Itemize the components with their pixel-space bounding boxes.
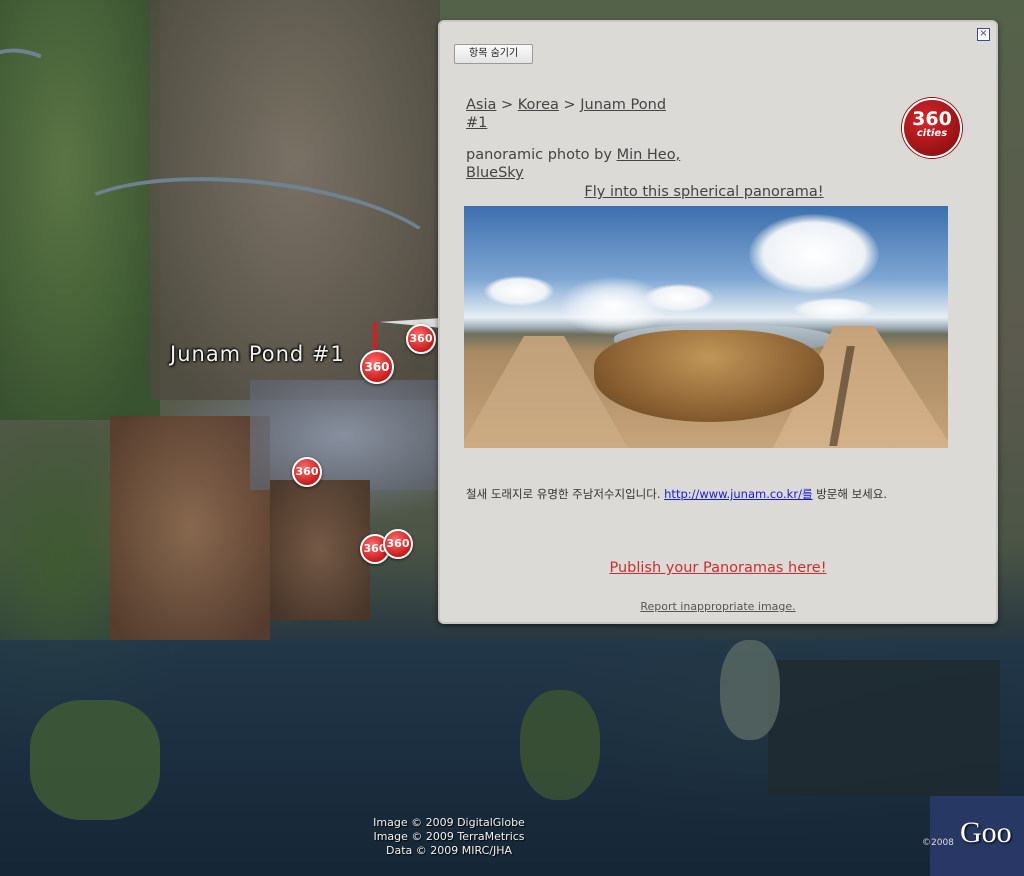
panorama-description: 철새 도래지로 유명한 주남저수지입니다. http://www.junam.c…	[466, 486, 986, 502]
terrain-tile	[110, 416, 270, 640]
panorama-marker-selected[interactable]: 360	[360, 350, 394, 384]
panorama-thumbnail[interactable]	[464, 206, 948, 448]
pano-cloud	[484, 276, 554, 306]
fly-into-panorama-link[interactable]: Fly into this spherical panorama!	[440, 184, 968, 200]
pano-reeds	[594, 330, 824, 422]
report-image-link[interactable]: Report inappropriate image.	[440, 600, 996, 613]
close-icon[interactable]: ×	[977, 28, 990, 41]
panorama-marker[interactable]: 360	[406, 324, 436, 354]
byline-prefix: panoramic photo by	[466, 147, 612, 163]
copyright-line: Image © 2009 DigitalGlobe	[373, 816, 525, 829]
photo-byline: panoramic photo by Min Heo, BlueSky	[466, 146, 706, 182]
copyright-line: Image © 2009 TerraMetrics	[373, 830, 525, 843]
breadcrumb-korea-link[interactable]: Korea	[518, 97, 559, 113]
island-tile	[520, 690, 600, 800]
terrain-tile	[250, 380, 440, 490]
description-text-end: 방문해 보세요.	[816, 487, 887, 501]
panorama-marker[interactable]: 360	[292, 457, 322, 487]
island-tile	[720, 640, 780, 740]
publish-panoramas-link[interactable]: Publish your Panoramas here!	[440, 560, 996, 576]
breadcrumb-separator: >	[501, 97, 514, 113]
google-copyright-year: ©2008	[922, 838, 954, 848]
pano-cloud	[749, 214, 879, 294]
island-tile	[30, 700, 160, 820]
place-label[interactable]: Junam Pond #1	[170, 342, 345, 366]
balloon-content: Asia > Korea > Junam Pond #1 panoramic ph…	[466, 96, 966, 182]
pano-cloud	[644, 284, 714, 312]
selected-pin-stem	[373, 322, 377, 350]
panorama-marker[interactable]: 360	[383, 529, 413, 559]
description-text: 철새 도래지로 유명한 주남저수지입니다.	[466, 487, 661, 501]
water-tile	[768, 660, 1000, 796]
logo-number: 360	[912, 108, 952, 130]
junam-website-link[interactable]: http://www.junam.co.kr/를	[664, 487, 812, 501]
breadcrumb-junam-text: Junam Pond	[580, 97, 667, 113]
pano-cloud	[794, 298, 874, 320]
hide-item-button[interactable]: 항목 숨기기	[454, 44, 534, 64]
copyright-line: Data © 2009 MIRC/JHA	[385, 844, 512, 857]
author-group: BlueSky	[466, 165, 524, 181]
info-balloon: × 항목 숨기기 Asia > Korea > Junam Pond #1 pan…	[438, 20, 998, 624]
breadcrumb-separator: >	[563, 97, 576, 113]
breadcrumb-junam-suffix: #1	[466, 115, 488, 131]
breadcrumb: Asia > Korea > Junam Pond #1	[466, 96, 706, 132]
terrain-tile	[270, 480, 370, 620]
imagery-copyright: Image © 2009 DigitalGlobe Image © 2009 T…	[362, 816, 536, 858]
360cities-logo[interactable]: 360 cities	[902, 98, 962, 158]
author-name: Min Heo,	[616, 147, 681, 163]
breadcrumb-asia-link[interactable]: Asia	[466, 97, 496, 113]
google-logo: Goo	[960, 816, 1012, 849]
